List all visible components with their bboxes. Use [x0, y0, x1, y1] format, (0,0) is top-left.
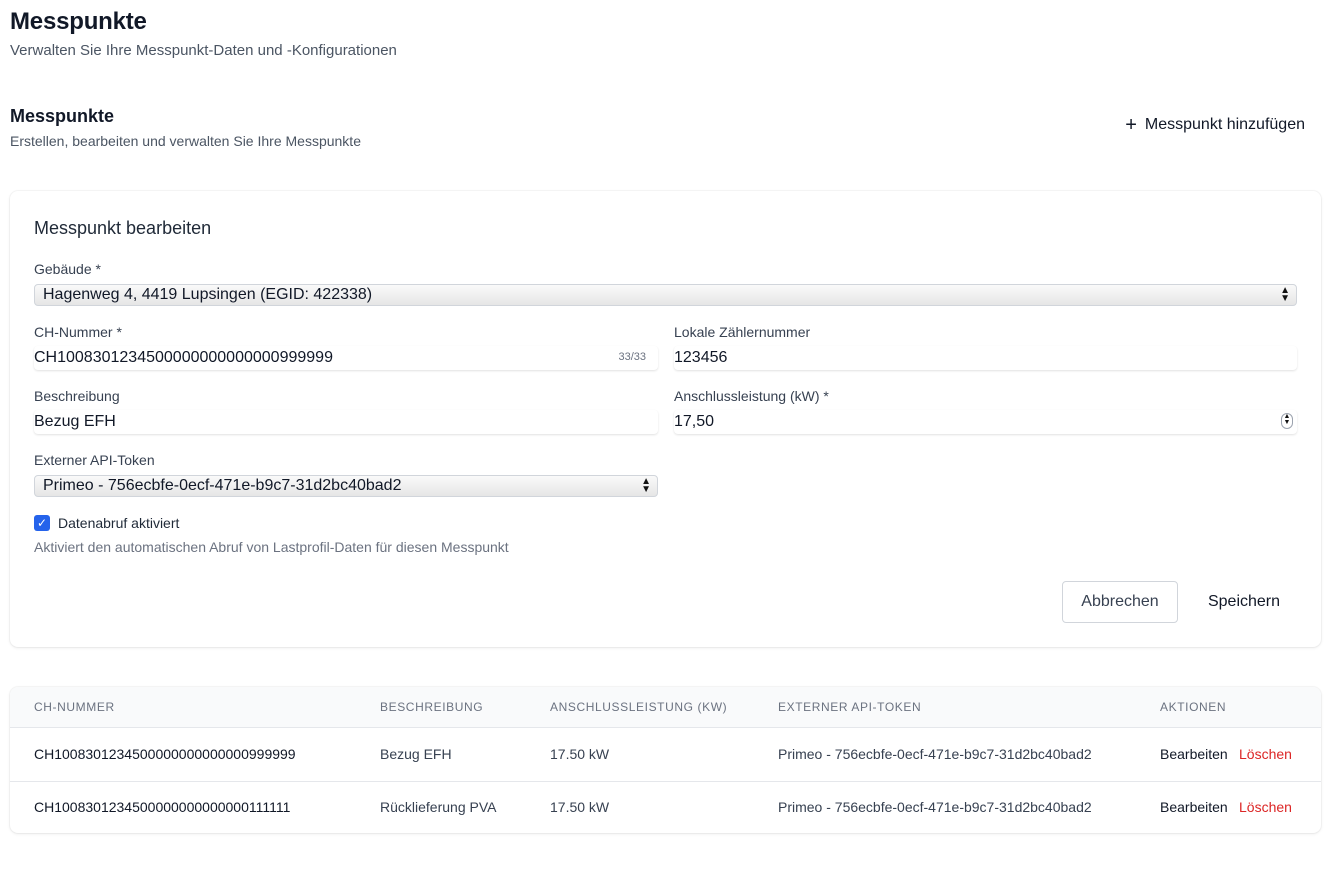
checkmark-icon: ✓ — [36, 516, 48, 530]
description-label: Beschreibung — [34, 388, 120, 404]
data-fetch-label: Datenabruf aktiviert — [58, 515, 180, 531]
select-arrows-icon: ▲ ▼ — [641, 476, 651, 495]
cell-ch-number: CH1008301234500000000000000999999 — [34, 746, 296, 762]
cell-ch-number: CH1008301234500000000000000111111 — [34, 799, 291, 815]
cell-api-token: Primeo - 756ecbfe-0ecf-471e-b9c7-31d2bc4… — [778, 746, 1092, 762]
api-token-select-value: Primeo - 756ecbfe-0ecf-471e-b9c7-31d2bc4… — [43, 477, 402, 494]
page-title: Messpunkte — [10, 8, 147, 35]
building-label: Gebäude * — [34, 261, 101, 277]
page-subtitle: Verwalten Sie Ihre Messpunkt-Daten und -… — [10, 42, 397, 59]
cell-power: 17.50 kW — [550, 746, 610, 762]
cancel-button[interactable]: Abbrechen — [1062, 581, 1178, 623]
form-title: Messpunkt bearbeiten — [34, 218, 212, 238]
ch-number-counter: 33/33 — [618, 351, 646, 363]
power-input[interactable]: 17,50 ▲ ▼ — [674, 410, 1297, 434]
delete-link[interactable]: Löschen — [1239, 746, 1292, 762]
add-messpunkt-label: Messpunkt hinzufügen — [1144, 116, 1305, 133]
plus-icon: + — [1125, 114, 1137, 136]
power-value: 17,50 — [674, 413, 715, 430]
save-button[interactable]: Speichern — [1196, 581, 1292, 623]
number-stepper-icon[interactable]: ▲ ▼ — [1281, 413, 1293, 429]
cell-api-token: Primeo - 756ecbfe-0ecf-471e-b9c7-31d2bc4… — [778, 799, 1092, 815]
table-row: CH1008301234500000000000000999999 Bezug … — [10, 728, 1321, 782]
description-value: Bezug EFH — [34, 413, 116, 430]
building-select[interactable]: Hagenweg 4, 4419 Lupsingen (EGID: 422338… — [34, 284, 1297, 306]
building-select-value: Hagenweg 4, 4419 Lupsingen (EGID: 422338… — [43, 286, 373, 303]
power-label: Anschlussleistung (kW) * — [674, 388, 829, 404]
messpunkte-table: CH-NUMMER BESCHREIBUNG ANSCHLUSSLEISTUNG… — [10, 687, 1321, 833]
cell-power: 17.50 kW — [550, 799, 610, 815]
add-messpunkt-button[interactable]: + Messpunkt hinzufügen — [1125, 115, 1305, 135]
delete-link[interactable]: Löschen — [1239, 799, 1292, 815]
table-header: CH-NUMMER BESCHREIBUNG ANSCHLUSSLEISTUNG… — [10, 687, 1321, 728]
column-header-api-token: EXTERNER API-TOKEN — [778, 700, 922, 714]
ch-number-input[interactable]: CH1008301234500000000000000999999 33/33 — [34, 346, 658, 370]
section-title: Messpunkte — [10, 106, 115, 126]
data-fetch-checkbox[interactable]: ✓ — [34, 515, 50, 531]
edit-link[interactable]: Bearbeiten — [1160, 746, 1228, 762]
api-token-select[interactable]: Primeo - 756ecbfe-0ecf-471e-b9c7-31d2bc4… — [34, 475, 658, 497]
column-header-ch-number: CH-NUMMER — [34, 700, 115, 714]
description-input[interactable]: Bezug EFH — [34, 410, 658, 434]
data-fetch-help-text: Aktiviert den automatischen Abruf von La… — [34, 539, 509, 555]
local-meter-label: Lokale Zählernummer — [674, 324, 811, 340]
ch-number-label: CH-Nummer * — [34, 324, 122, 340]
section-subtitle: Erstellen, bearbeiten und verwalten Sie … — [10, 133, 361, 149]
select-arrows-icon: ▲ ▼ — [1280, 285, 1290, 304]
column-header-power: ANSCHLUSSLEISTUNG (KW) — [550, 700, 728, 714]
table-row: CH1008301234500000000000000111111 Rückli… — [10, 781, 1321, 833]
cell-description: Rücklieferung PVA — [380, 799, 497, 815]
edit-link[interactable]: Bearbeiten — [1160, 799, 1228, 815]
api-token-label: Externer API-Token — [34, 452, 155, 468]
edit-form-card: Messpunkt bearbeiten Gebäude * Hagenweg … — [10, 191, 1321, 647]
ch-number-value: CH1008301234500000000000000999999 — [34, 349, 333, 366]
local-meter-input[interactable]: 123456 — [674, 346, 1297, 370]
local-meter-value: 123456 — [674, 349, 728, 366]
cell-description: Bezug EFH — [380, 746, 452, 762]
column-header-actions: AKTIONEN — [1160, 700, 1227, 714]
column-header-description: BESCHREIBUNG — [380, 700, 484, 714]
